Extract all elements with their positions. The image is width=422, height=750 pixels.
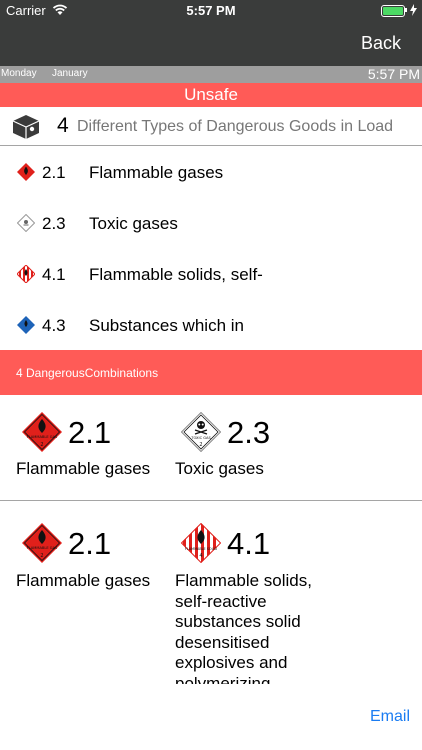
flammable-gas-placard-icon: FLAMMABLE GAS 2 [22,523,62,563]
class-row[interactable]: 4.3 Substances which in [0,299,422,350]
class-name: Flammable gases [89,163,224,182]
cargo-box-icon [12,115,40,139]
class-row[interactable]: 2.3 Toxic gases [0,197,422,248]
status-bar: Carrier 5:57 PM [0,0,422,22]
flammable-gas-placard-icon: FLAMMABLE GAS 2 [22,412,62,452]
combo-left-code: 2.1 [68,526,112,561]
combo-right-code: 4.1 [227,526,271,561]
placard-class: 4 [199,553,202,559]
placard-text: FLAMMABLE SOLID [185,547,218,551]
combo-left-name: Flammable gases [16,459,151,478]
combo-left-name: Flammable gases [16,571,151,590]
battery-icon [381,5,405,17]
flammable-solid-placard-icon: FLAMMABLE SOLID 4 [181,523,221,563]
toxic-gas-placard-icon: TOXIC GAS 2 [181,412,221,452]
combo-left-code: 2.1 [68,415,112,450]
combinations-header-label: 4 DangerousCombinations [16,366,159,380]
dangerous-when-wet-diamond-icon [17,316,35,334]
flammable-solid-diamond-icon [17,265,35,283]
placard-class: 2 [40,442,43,448]
placard-class: 2 [199,442,202,448]
summary-row: 4 Different Types of Dangerous Goods in … [0,107,422,146]
placard-text: FLAMMABLE GAS [27,546,58,550]
combo-right-code: 2.3 [227,415,271,450]
class-name: Substances which in [89,316,244,335]
placard-text: FLAMMABLE GAS [27,435,58,439]
status-time: 5:57 PM [186,3,236,18]
class-code: 4.1 [42,265,66,284]
combinations-header: 4 DangerousCombinations [0,350,422,395]
day-label: Monday [1,68,37,79]
flammable-gas-diamond-icon [17,163,35,181]
goods-count: 4 [57,114,69,137]
class-name: Toxic gases [89,214,178,233]
date-bar: Monday January 5:57 PM [0,66,422,83]
class-row[interactable]: 2.1 Flammable gases [0,146,422,197]
toxic-gas-diamond-icon [17,214,35,232]
placard-text: TOXIC GAS [190,436,211,440]
combo-right-name: Flammable solids, self-reactive substanc… [175,571,312,684]
class-name: Flammable solids, self- [89,265,263,284]
class-code: 4.3 [42,316,66,335]
combination-card[interactable]: FLAMMABLE GAS 2 2.1 Flammable gases FLAM… [0,501,422,684]
class-code: 2.1 [42,163,66,182]
month-label: January [52,68,88,79]
class-row[interactable]: 4.1 Flammable solids, self- [0,248,422,299]
combination-card[interactable]: FLAMMABLE GAS 2 2.1 Flammable gases TOXI… [0,395,422,500]
charging-bolt-icon [410,4,417,16]
placard-class: 2 [40,553,43,559]
goods-summary-text: Different Types of Dangerous Goods in Lo… [77,118,394,135]
subbar-time: 5:57 PM [367,66,420,82]
unsafe-banner: Unsafe [0,83,422,107]
nav-bar: Back [0,22,422,66]
class-code: 2.3 [42,214,66,233]
back-button[interactable]: Back [361,33,401,54]
combo-right-name: Toxic gases [175,459,264,478]
email-button[interactable]: Email [370,708,410,726]
